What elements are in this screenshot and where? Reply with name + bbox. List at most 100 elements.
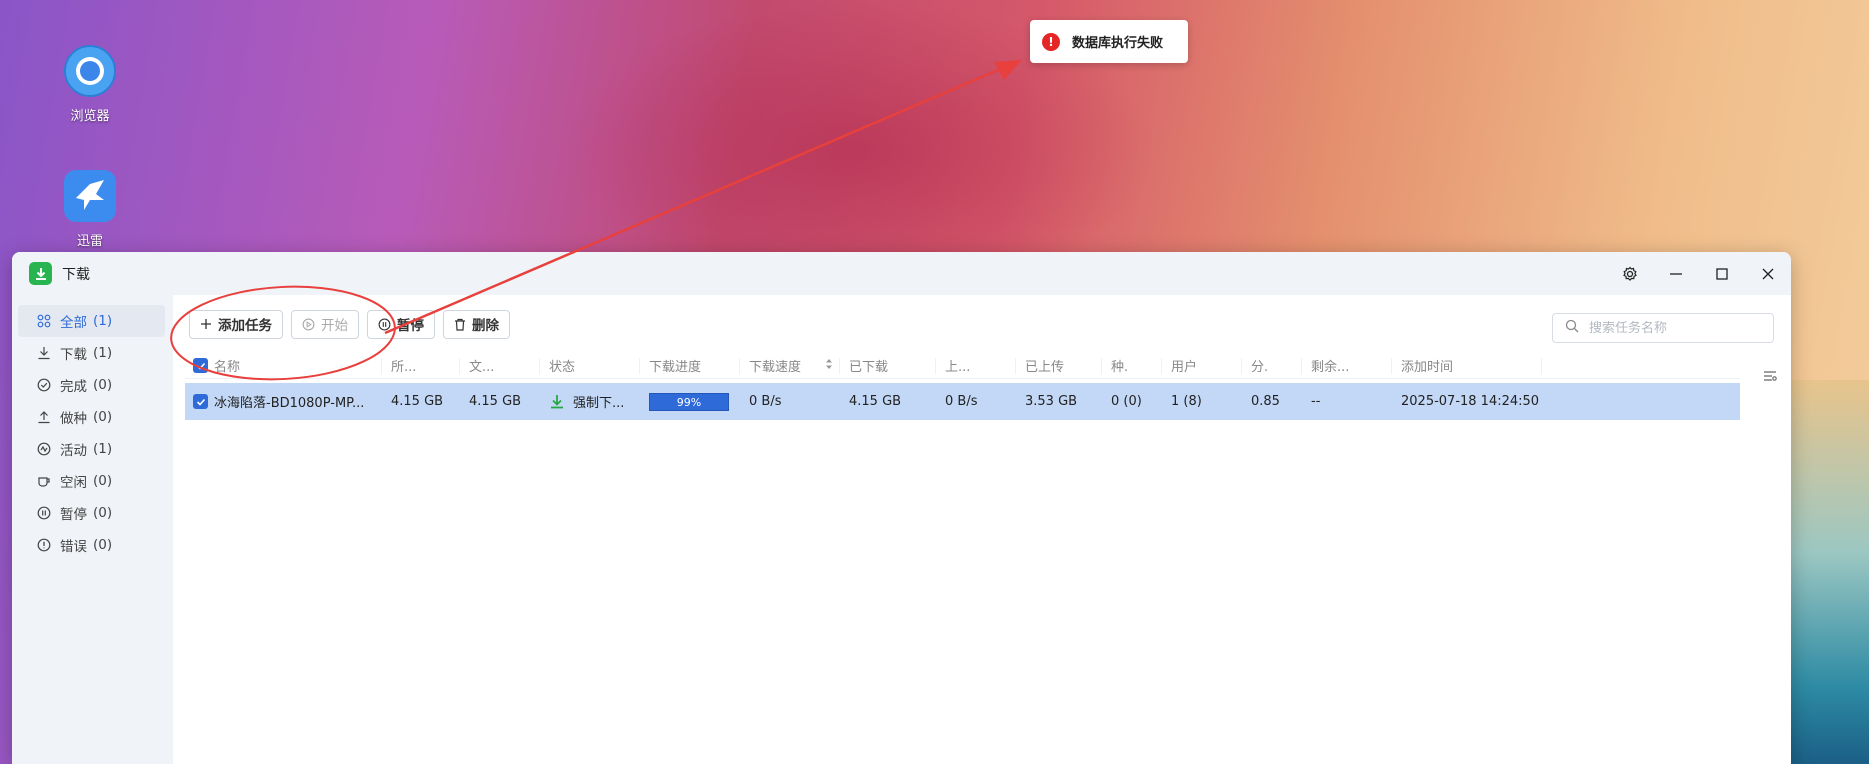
minimize-icon[interactable] <box>1653 252 1699 295</box>
sidebar-item-seeding[interactable]: 做种 (0) <box>18 401 165 433</box>
cell-remaining: -- <box>1311 394 1321 409</box>
sidebar-item-all[interactable]: 全部 (1) <box>18 305 165 337</box>
col-seeds[interactable]: 种. <box>1102 357 1162 374</box>
col-status[interactable]: 状态 <box>540 357 640 374</box>
activity-icon <box>36 441 52 457</box>
desktop-icon-thunder[interactable]: 迅雷 <box>50 170 130 249</box>
main-panel: 添加任务 开始 暂停 删除 名称 所... <box>173 295 1791 764</box>
cup-icon <box>36 473 52 489</box>
pause-circle-icon <box>378 318 391 331</box>
toolbar: 添加任务 开始 暂停 删除 <box>173 295 1791 353</box>
table-header: 名称 所... 文... 状态 下载进度 下载速度 已下载 上... 已上传 种… <box>185 353 1740 379</box>
add-task-button[interactable]: 添加任务 <box>189 309 283 339</box>
col-size[interactable]: 所... <box>382 357 460 374</box>
sort-icon <box>825 358 833 374</box>
sidebar-item-count: (1) <box>93 345 113 361</box>
desktop-icon-label: 浏览器 <box>70 109 110 124</box>
row-checkbox[interactable] <box>193 394 208 409</box>
sidebar-item-label: 全部 <box>60 315 87 331</box>
col-down-speed-label: 下载速度 <box>749 360 802 374</box>
pause-circle-icon <box>36 505 52 521</box>
col-peers[interactable]: 用户 <box>1162 357 1242 374</box>
cell-name: 冰海陷落-BD1080P-MP... <box>214 396 365 411</box>
cell-added-time: 2025-07-18 14:24:50 <box>1401 394 1540 409</box>
col-down-speed[interactable]: 下载速度 <box>740 357 840 374</box>
cell-size: 4.15 GB <box>391 394 444 409</box>
sidebar: 全部 (1) 下载 (1) 完成 (0) 做种 (0) 活动 (1) 空闲 (0… <box>12 295 173 764</box>
col-file-size[interactable]: 文... <box>460 357 540 374</box>
maximize-icon[interactable] <box>1699 252 1745 295</box>
sidebar-item-idle[interactable]: 空闲 (0) <box>18 465 165 497</box>
task-table: 名称 所... 文... 状态 下载进度 下载速度 已下载 上... 已上传 种… <box>185 353 1740 420</box>
progress-bar: 99% <box>649 392 729 411</box>
chrome-icon <box>64 45 116 97</box>
sidebar-item-label: 活动 <box>60 443 87 459</box>
sidebar-item-count: (0) <box>93 409 113 425</box>
table-row[interactable]: 冰海陷落-BD1080P-MP... 4.15 GB 4.15 GB 强制下..… <box>185 383 1740 420</box>
delete-button[interactable]: 删除 <box>443 309 510 339</box>
desktop-icon-label: 迅雷 <box>76 234 103 249</box>
col-downloaded[interactable]: 已下载 <box>840 357 936 374</box>
sidebar-item-completed[interactable]: 完成 (0) <box>18 369 165 401</box>
start-button[interactable]: 开始 <box>291 309 359 339</box>
error-toast: ! 数据库执行失败 <box>1030 20 1188 63</box>
sidebar-item-active[interactable]: 活动 (1) <box>18 433 165 465</box>
play-circle-icon <box>302 318 315 331</box>
sidebar-item-count: (1) <box>93 313 113 329</box>
grid-icon <box>36 313 52 329</box>
sidebar-item-count: (0) <box>93 473 113 489</box>
download-icon <box>36 345 52 361</box>
gear-icon[interactable] <box>1607 252 1653 295</box>
cell-uploaded: 3.53 GB <box>1025 394 1078 409</box>
window-titlebar[interactable]: 下载 <box>12 252 1791 295</box>
cell-ratio: 0.85 <box>1251 394 1280 409</box>
sidebar-item-count: (1) <box>93 441 113 457</box>
sidebar-item-label: 下载 <box>60 347 87 363</box>
sidebar-item-label: 暂停 <box>60 507 87 523</box>
search-box[interactable] <box>1552 313 1774 343</box>
sidebar-item-label: 错误 <box>60 539 87 555</box>
sidebar-item-count: (0) <box>93 537 113 553</box>
col-added-time[interactable]: 添加时间 <box>1392 357 1542 374</box>
col-ratio[interactable]: 分. <box>1242 357 1302 374</box>
close-icon[interactable] <box>1745 252 1791 295</box>
status-download-icon <box>549 394 565 410</box>
sidebar-item-paused[interactable]: 暂停 (0) <box>18 497 165 529</box>
sidebar-item-label: 完成 <box>60 379 87 395</box>
wallpaper-right-edge <box>1779 380 1869 764</box>
col-remaining[interactable]: 剩余... <box>1302 357 1392 374</box>
column-settings-icon[interactable] <box>1759 363 1781 389</box>
pause-button[interactable]: 暂停 <box>367 309 435 339</box>
error-circle-icon: ! <box>1042 32 1060 51</box>
cell-peers: 1 (8) <box>1171 394 1202 409</box>
plus-icon <box>200 318 212 330</box>
select-all-checkbox[interactable] <box>193 358 208 373</box>
status-text: 强制下... <box>573 396 625 411</box>
check-circle-icon <box>36 377 52 393</box>
delete-label: 删除 <box>472 318 499 334</box>
pause-label: 暂停 <box>397 318 424 334</box>
add-task-label: 添加任务 <box>218 318 272 334</box>
cell-down-speed: 0 B/s <box>749 394 782 409</box>
sidebar-item-count: (0) <box>93 505 113 521</box>
search-input[interactable] <box>1589 320 1759 336</box>
col-progress[interactable]: 下载进度 <box>640 357 740 374</box>
col-up-speed[interactable]: 上... <box>936 357 1016 374</box>
sidebar-item-count: (0) <box>93 377 113 393</box>
col-name[interactable]: 名称 <box>214 357 382 374</box>
window-title: 下载 <box>62 266 90 283</box>
desktop-icon-browser[interactable]: 浏览器 <box>50 45 130 124</box>
cell-seeds: 0 (0) <box>1111 394 1142 409</box>
search-icon <box>1565 319 1579 337</box>
col-uploaded[interactable]: 已上传 <box>1016 357 1102 374</box>
sidebar-item-error[interactable]: 错误 (0) <box>18 529 165 561</box>
thunder-bird-icon <box>64 170 116 222</box>
cell-file-size: 4.15 GB <box>469 394 522 409</box>
download-window: 下载 全部 (1) 下载 (1) 完成 (0) 做种 (0) 活动 (1) 空闲… <box>12 252 1791 764</box>
sidebar-item-label: 做种 <box>60 411 87 427</box>
cell-up-speed: 0 B/s <box>945 394 978 409</box>
start-label: 开始 <box>321 318 348 334</box>
sidebar-item-downloading[interactable]: 下载 (1) <box>18 337 165 369</box>
cell-progress: 99% <box>640 392 740 411</box>
cell-status: 强制下... <box>540 392 640 411</box>
